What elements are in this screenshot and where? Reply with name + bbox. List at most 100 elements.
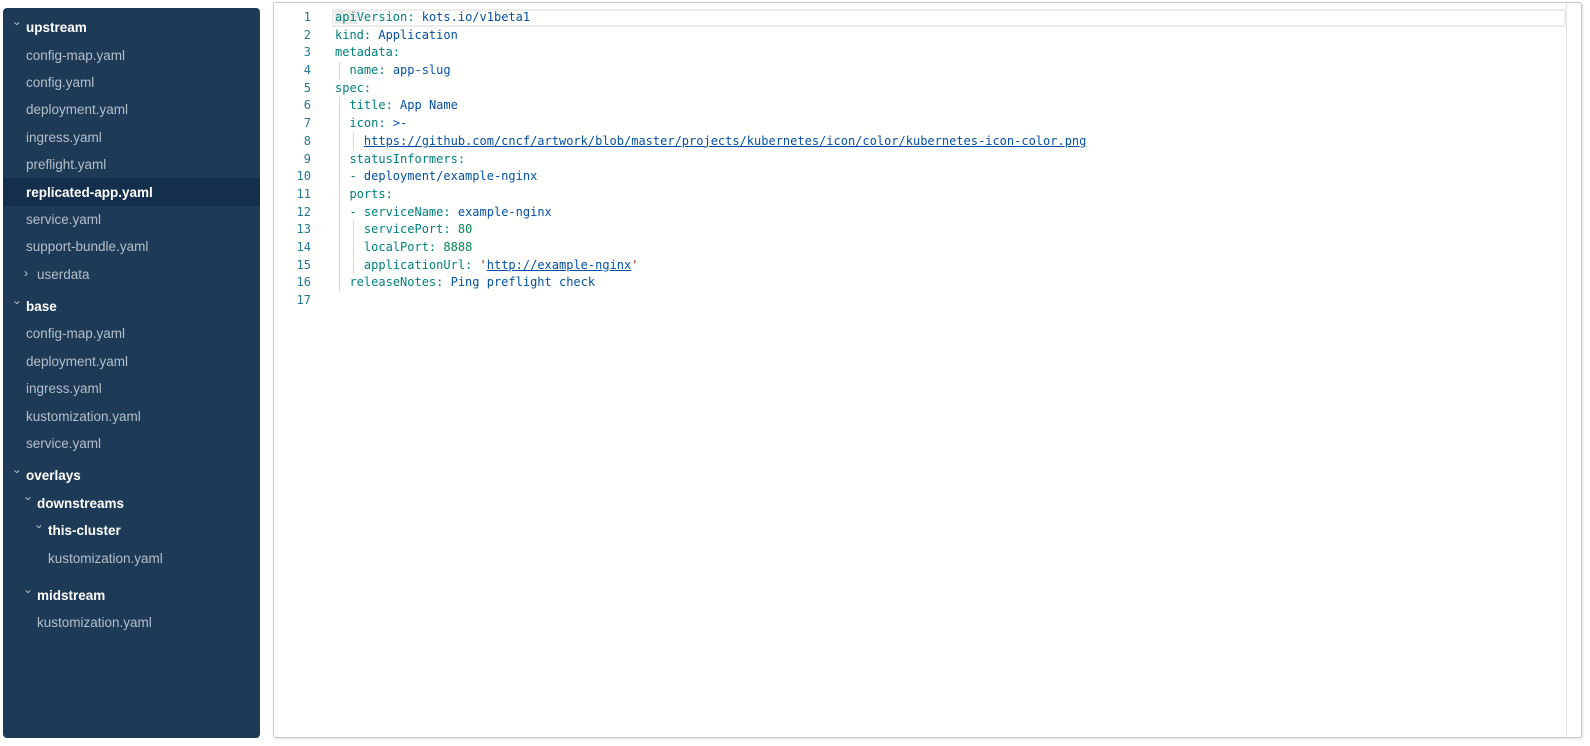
code-token-keyhl: api <box>335 10 357 24</box>
sidebar-file-config-yaml[interactable]: config.yaml <box>3 69 260 96</box>
code-token-plain <box>335 187 349 201</box>
sidebar-file-deployment-yaml[interactable]: deployment.yaml <box>3 96 260 123</box>
sidebar-folder-base[interactable]: ›base <box>3 293 260 320</box>
sidebar-folder-overlays[interactable]: ›overlays <box>3 462 260 489</box>
code-line[interactable]: 17 <box>274 292 1581 310</box>
code-line[interactable]: 9 statusInformers: <box>274 151 1581 169</box>
url-link[interactable]: https://github.com/cncf/artwork/blob/mas… <box>364 134 1086 148</box>
indent-guide <box>339 115 340 133</box>
file-label: config-map.yaml <box>26 326 125 341</box>
sidebar-folder-userdata[interactable]: ›userdata <box>3 261 260 288</box>
code-line-content: name: app-slug <box>335 62 1566 80</box>
sidebar-file-kustomization-yaml[interactable]: kustomization.yaml <box>3 402 260 429</box>
code-token-value: app-slug <box>393 63 451 77</box>
code-token-plain <box>386 116 393 130</box>
indent-guide <box>353 239 354 257</box>
code-token-plain <box>335 205 349 219</box>
line-number: 16 <box>274 274 311 292</box>
code-line-content <box>335 292 1566 310</box>
code-line[interactable]: 10 - deployment/example-nginx <box>274 168 1581 186</box>
code-line-content: https://github.com/cncf/artwork/blob/mas… <box>335 133 1566 151</box>
sidebar-file-config-map-yaml[interactable]: config-map.yaml <box>3 41 260 68</box>
code-line[interactable]: 6 title: App Name <box>274 97 1581 115</box>
line-number: 8 <box>274 133 311 151</box>
code-line[interactable]: 11 ports: <box>274 186 1581 204</box>
code-line[interactable]: 15 applicationUrl: 'http://example-nginx… <box>274 257 1581 275</box>
code-line[interactable]: 4 name: app-slug <box>274 62 1581 80</box>
code-token-value: Application <box>378 28 457 42</box>
indent-guide <box>339 274 340 292</box>
code-line-content: - serviceName: example-nginx <box>335 204 1566 222</box>
code-token-key: applicationUrl: <box>364 258 472 272</box>
overview-ruler-divider <box>1566 3 1567 737</box>
file-label: kustomization.yaml <box>26 409 141 424</box>
indent-guide <box>353 257 354 275</box>
code-token-value: kots.io/v1beta1 <box>422 10 530 24</box>
code-token-plain <box>335 169 349 183</box>
code-editor[interactable]: 1apiVersion: kots.io/v1beta12kind: Appli… <box>273 2 1582 738</box>
file-label: config-map.yaml <box>26 48 125 63</box>
code-line-content: localPort: 8888 <box>335 239 1566 257</box>
sidebar-file-config-map-yaml[interactable]: config-map.yaml <box>3 320 260 347</box>
sidebar-file-preflight-yaml[interactable]: preflight.yaml <box>3 151 260 178</box>
code-token-key: spec: <box>335 81 371 95</box>
url-link[interactable]: http://example-nginx <box>487 258 632 272</box>
file-label: deployment.yaml <box>26 354 128 369</box>
code-line[interactable]: 14 localPort: 8888 <box>274 239 1581 257</box>
code-token-key: servicePort: <box>364 222 451 236</box>
code-line-content: metadata: <box>335 44 1566 62</box>
indent-guide <box>339 151 340 169</box>
folder-label: this-cluster <box>48 523 121 538</box>
file-tree-sidebar: ›upstreamconfig-map.yamlconfig.yamldeplo… <box>3 8 260 738</box>
sidebar-folder-upstream[interactable]: ›upstream <box>3 14 260 41</box>
sidebar-file-ingress-yaml[interactable]: ingress.yaml <box>3 375 260 402</box>
code-line-content: servicePort: 80 <box>335 221 1566 239</box>
code-line-content: releaseNotes: Ping preflight check <box>335 274 1566 292</box>
line-number: 6 <box>274 97 311 115</box>
sidebar-file-service-yaml[interactable]: service.yaml <box>3 430 260 457</box>
code-token-value: App Name <box>400 98 458 112</box>
code-line[interactable]: 3metadata: <box>274 44 1581 62</box>
code-line[interactable]: 12 - serviceName: example-nginx <box>274 204 1581 222</box>
code-line[interactable]: 16 releaseNotes: Ping preflight check <box>274 274 1581 292</box>
sidebar-file-kustomization-yaml[interactable]: kustomization.yaml <box>3 609 260 636</box>
folder-label: overlays <box>26 468 81 483</box>
file-label: service.yaml <box>26 212 101 227</box>
code-token-key: localPort: <box>364 240 436 254</box>
code-token-key: Version: <box>357 10 415 24</box>
line-number: 2 <box>274 27 311 45</box>
sidebar-file-ingress-yaml[interactable]: ingress.yaml <box>3 124 260 151</box>
code-token-value: example-nginx <box>458 205 552 219</box>
sidebar-folder-midstream[interactable]: ›midstream <box>3 582 260 609</box>
indent-guide <box>339 239 340 257</box>
folder-label: midstream <box>37 588 105 603</box>
chevron-down-icon: › <box>33 524 47 537</box>
code-line[interactable]: 8 https://github.com/cncf/artwork/blob/m… <box>274 133 1581 151</box>
sidebar-file-deployment-yaml[interactable]: deployment.yaml <box>3 348 260 375</box>
code-line-content: applicationUrl: 'http://example-nginx' <box>335 257 1566 275</box>
code-line[interactable]: 13 servicePort: 80 <box>274 221 1581 239</box>
sidebar-file-support-bundle-yaml[interactable]: support-bundle.yaml <box>3 233 260 260</box>
code-line-content: spec: <box>335 80 1566 98</box>
code-line[interactable]: 7 icon: >- <box>274 115 1581 133</box>
sidebar-folder-this-cluster[interactable]: ›this-cluster <box>3 517 260 544</box>
sidebar-file-service-yaml[interactable]: service.yaml <box>3 206 260 233</box>
sidebar-folder-downstreams[interactable]: ›downstreams <box>3 490 260 517</box>
line-number: 11 <box>274 186 311 204</box>
line-number: 15 <box>274 257 311 275</box>
code-token-plain <box>335 116 349 130</box>
line-number: 14 <box>274 239 311 257</box>
sidebar-tree: ›upstreamconfig-map.yamlconfig.yamldeplo… <box>3 14 260 637</box>
indent-guide <box>353 221 354 239</box>
code-token-plain <box>335 98 349 112</box>
code-token-plain <box>414 10 421 24</box>
sidebar-file-kustomization-yaml[interactable]: kustomization.yaml <box>3 544 260 571</box>
file-label: replicated-app.yaml <box>26 185 153 200</box>
code-line[interactable]: 1apiVersion: kots.io/v1beta1 <box>274 9 1581 27</box>
code-token-key: name: <box>349 63 385 77</box>
sidebar-file-replicated-app-yaml[interactable]: replicated-app.yaml <box>3 178 260 205</box>
code-token-plain <box>451 222 458 236</box>
code-line[interactable]: 5spec: <box>274 80 1581 98</box>
code-token-key: - serviceName: <box>349 205 450 219</box>
code-line[interactable]: 2kind: Application <box>274 27 1581 45</box>
